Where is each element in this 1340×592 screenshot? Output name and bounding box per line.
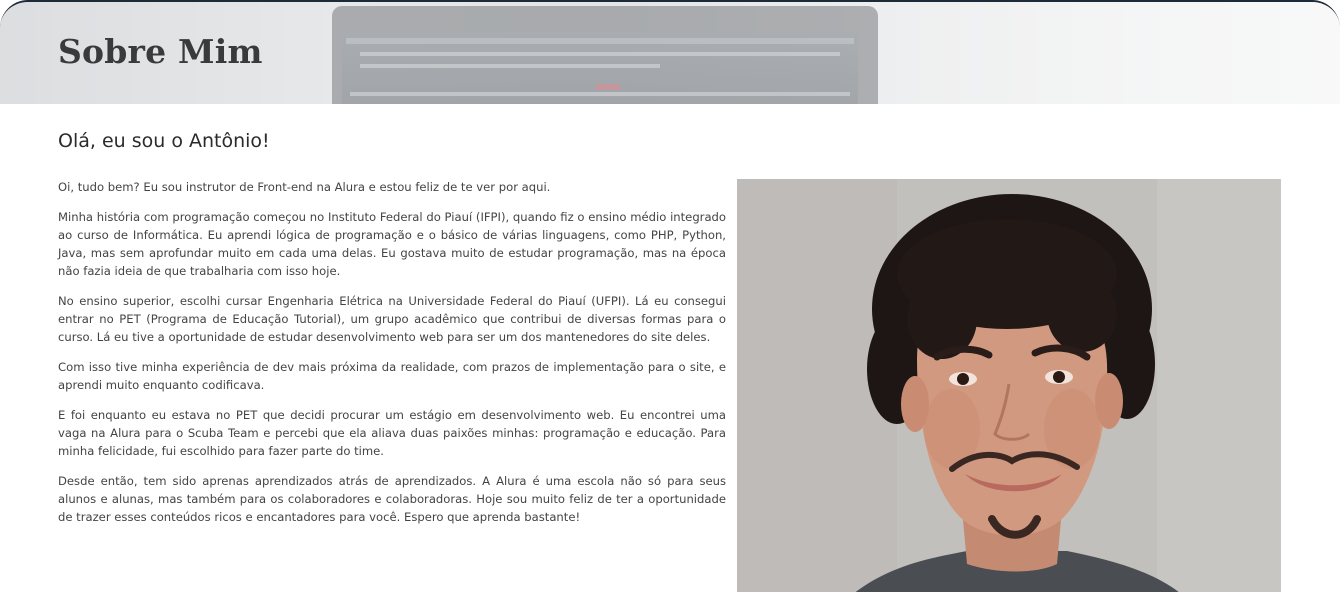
about-text: Oi, tudo bem? Eu sou instrutor de Front-…: [58, 178, 726, 538]
about-page: Sobre Mim Olá, eu sou o Antônio! Oi, tud…: [0, 0, 1340, 592]
profile-photo: [737, 179, 1281, 592]
header-banner: Sobre Mim: [0, 0, 1340, 104]
about-paragraph: Desde então, tem sido aprenas aprendizad…: [58, 474, 726, 524]
page-title: Sobre Mim: [58, 32, 263, 71]
section-heading: Olá, eu sou o Antônio!: [58, 130, 270, 152]
profile-photo-illustration: [737, 179, 1281, 592]
about-paragraph: No ensino superior, escolhi cursar Engen…: [58, 294, 726, 344]
about-paragraph: Oi, tudo bem? Eu sou instrutor de Front-…: [58, 180, 551, 194]
about-paragraph: Minha história com programação começou n…: [58, 210, 726, 278]
about-paragraph: Com isso tive minha experiência de dev m…: [58, 360, 726, 392]
about-paragraph: E foi enquanto eu estava no PET que deci…: [58, 408, 726, 458]
